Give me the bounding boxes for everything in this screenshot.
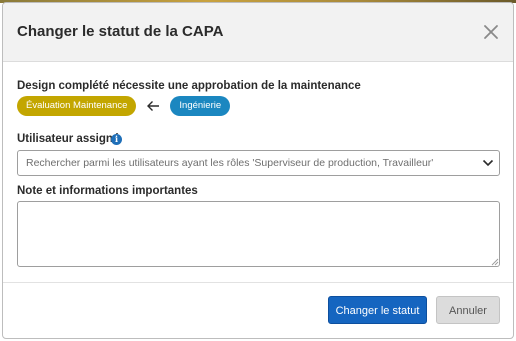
change-status-button[interactable]: Changer le statut [328,296,427,324]
assigned-user-label: Utilisateur assigné [17,133,120,145]
change-status-dialog: Changer le statut de la CAPA Design comp… [2,2,514,339]
notes-textarea[interactable] [17,201,500,267]
info-icon[interactable]: i [111,134,122,145]
resize-grip-icon[interactable] [491,258,499,266]
cancel-button[interactable]: Annuler [436,296,500,324]
close-icon [484,25,498,39]
transition-message: Design complété nécessite une approbatio… [17,80,361,92]
chevron-down-icon [482,159,494,167]
close-button[interactable] [481,22,501,42]
notes-label: Note et informations importantes [17,185,198,197]
assigned-user-placeholder: Rechercher parmi les utilisateurs ayant … [26,157,434,169]
status-transition: Évaluation Maintenance Ingénierie [17,95,231,117]
dialog-title: Changer le statut de la CAPA [17,23,224,40]
dialog-overlay: Changer le statut de la CAPA Design comp… [0,0,516,341]
current-status-badge: Évaluation Maintenance [17,96,137,116]
dialog-header: Changer le statut de la CAPA [3,3,513,62]
target-status-badge: Ingénierie [170,96,231,116]
assigned-user-select[interactable]: Rechercher parmi les utilisateurs ayant … [17,150,500,176]
footer-divider [3,282,513,283]
arrow-left-icon [136,96,170,116]
